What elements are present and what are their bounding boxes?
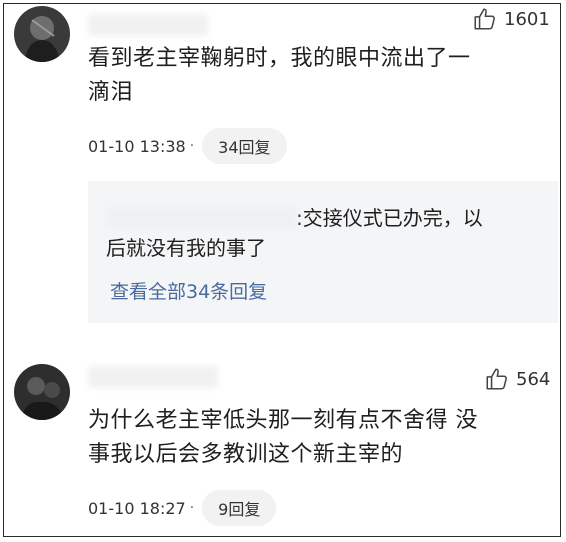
like-button[interactable]: 1601 bbox=[472, 6, 550, 32]
avatar[interactable] bbox=[14, 364, 70, 420]
comment-text: 为什么老主宰低头那一刻有点不舍得 没 事我以后会多教训这个新主宰的 bbox=[88, 408, 478, 467]
view-all-replies-link[interactable]: 查看全部34条回复 bbox=[110, 277, 267, 304]
reply-count-button[interactable]: 9回复 bbox=[202, 490, 277, 526]
like-count: 564 bbox=[516, 368, 551, 390]
thumbs-up-icon bbox=[484, 366, 510, 392]
reply-preview[interactable]: :交接仪式已办完，以 后就没有我的事了 查看全部34条回复 bbox=[88, 181, 558, 323]
reply-username-blurred[interactable] bbox=[106, 208, 296, 228]
separator-dot: · bbox=[189, 138, 195, 154]
separator-dot: · bbox=[189, 500, 195, 516]
username-blurred[interactable] bbox=[88, 14, 208, 36]
comment-meta: 01-10 13:38 · 34回复 bbox=[88, 128, 287, 164]
thumbs-up-icon bbox=[472, 6, 498, 32]
comment-list: 1601 看到老主宰鞠躬时，我的眼中流出了一 滴泪 01-10 13:38 · … bbox=[3, 3, 561, 537]
reply-count-button[interactable]: 34回复 bbox=[202, 128, 287, 164]
username-blurred[interactable] bbox=[88, 366, 218, 388]
like-button[interactable]: 564 bbox=[484, 366, 550, 392]
reply-text-line2: 后就没有我的事了 bbox=[106, 236, 266, 260]
like-count: 1601 bbox=[504, 8, 550, 30]
reply-text-line1: :交接仪式已办完，以 bbox=[296, 206, 483, 230]
comment-text: 看到老主宰鞠躬时，我的眼中流出了一 滴泪 bbox=[88, 46, 471, 105]
comment-meta: 01-10 18:27 · 9回复 bbox=[88, 490, 277, 526]
timestamp: 01-10 18:27 bbox=[88, 498, 186, 518]
timestamp: 01-10 13:38 bbox=[88, 136, 186, 156]
avatar[interactable] bbox=[14, 6, 70, 62]
